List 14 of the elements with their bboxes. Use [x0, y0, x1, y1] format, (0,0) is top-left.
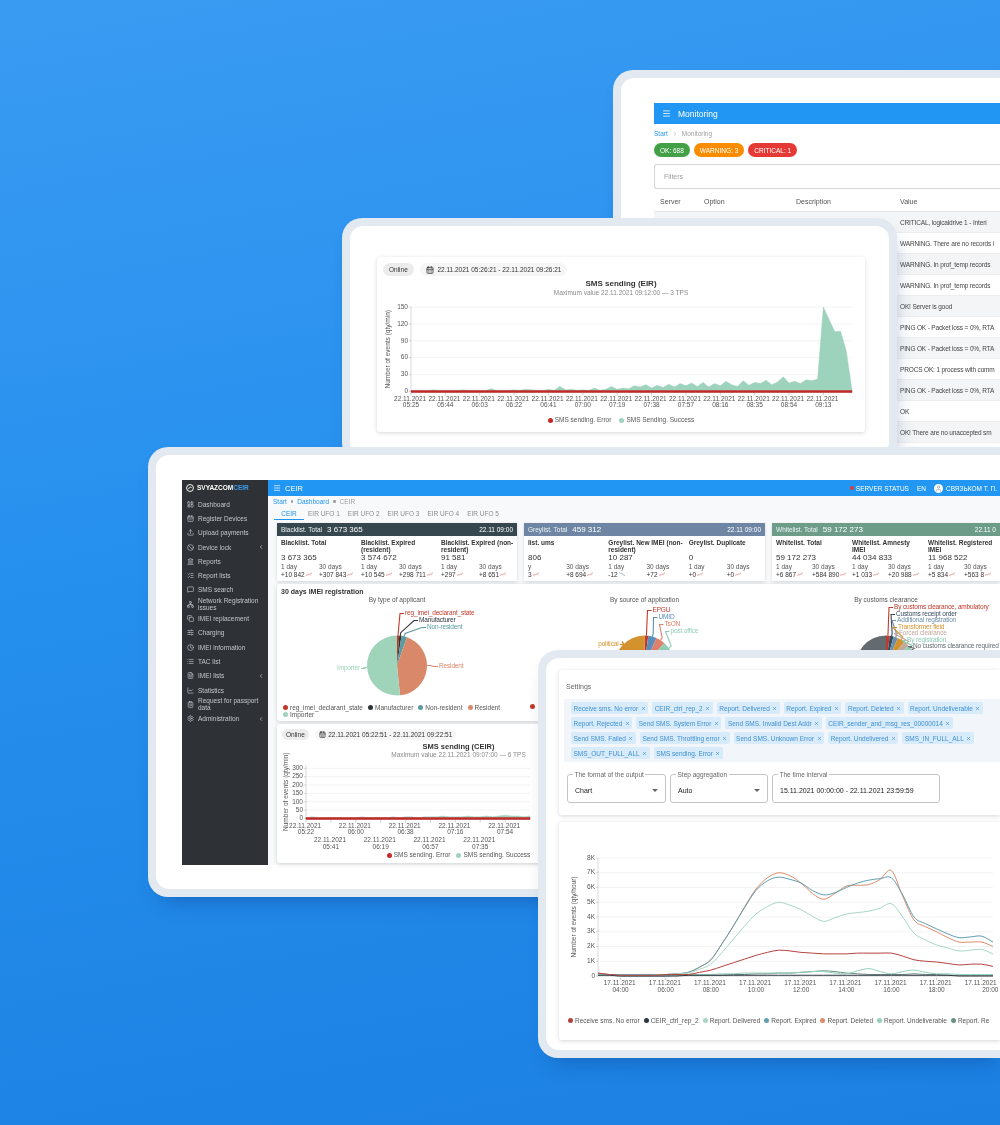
card-total: 3 673 365: [327, 525, 363, 534]
stat-value: 806: [528, 553, 543, 563]
card-total: 459 312: [572, 525, 602, 534]
stat-value: 91 581: [441, 553, 466, 563]
stat-value: 44 034 833: [852, 553, 894, 563]
chart-title: SMS sending (EIR): [585, 279, 657, 289]
stat-value: 3 574 672: [361, 553, 398, 563]
stat-value: 59 172 273: [776, 553, 818, 563]
page-title: Monitoring: [678, 108, 718, 119]
stat-value: 10 287: [608, 553, 634, 563]
stat-value: 0: [688, 553, 695, 563]
stat-value: 11 968 522: [928, 553, 969, 563]
card-total: 59 172 273: [822, 525, 863, 534]
stat-value: 3 673 365: [281, 553, 318, 563]
